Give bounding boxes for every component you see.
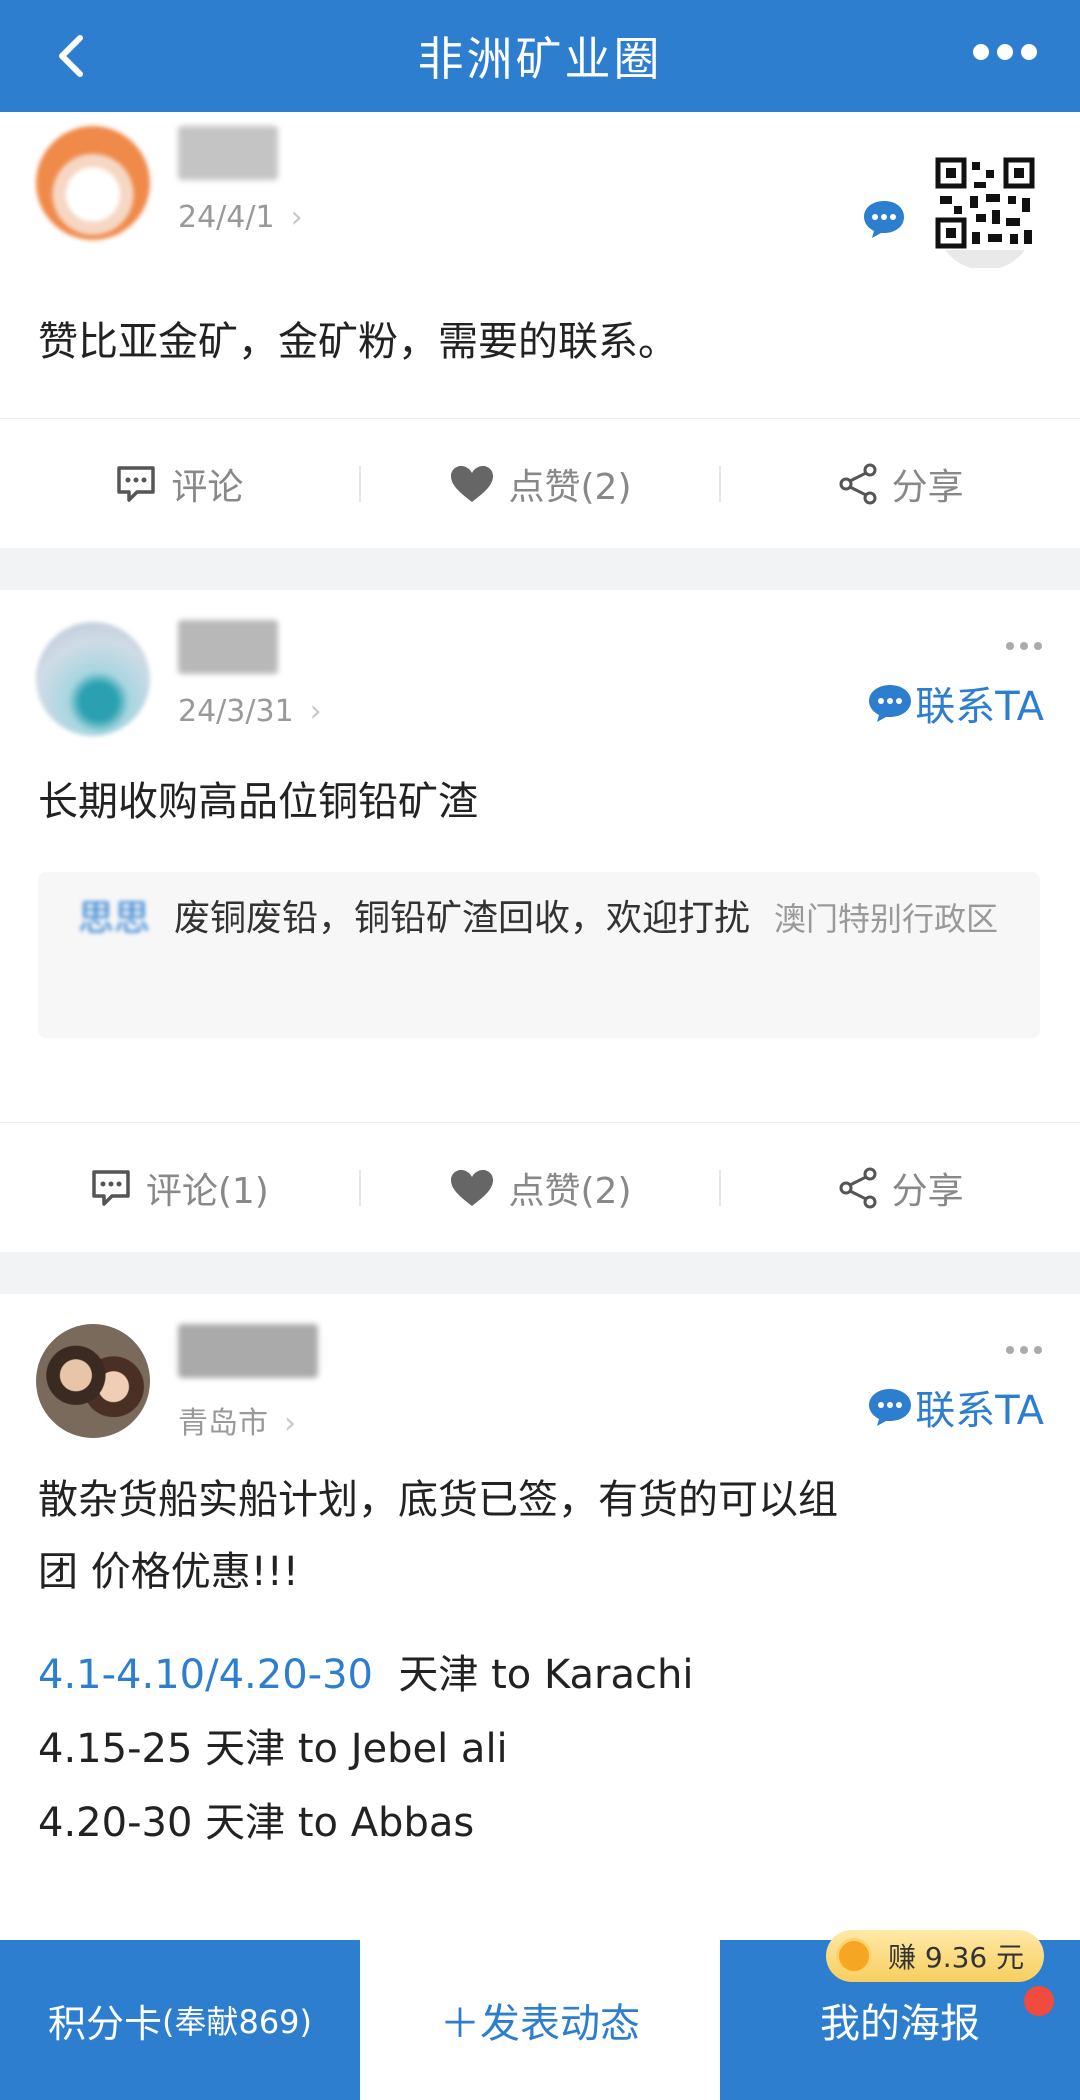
- post-actions: 评论 点赞(2) 分享: [0, 418, 1080, 548]
- coin-icon: [836, 1938, 872, 1974]
- comment-button[interactable]: 评论: [0, 458, 359, 510]
- route-line: 4.20-30 天津 to Abbas: [38, 1800, 475, 1846]
- chevron-right-icon: ›: [284, 1406, 296, 1441]
- chat-bubble-icon: [869, 1389, 912, 1426]
- points-card-label: 积分卡: [47, 2001, 162, 2046]
- points-card-button[interactable]: 积分卡 (奉献869): [0, 1940, 360, 2100]
- post-location: 青岛市: [178, 1406, 268, 1441]
- post-update-button[interactable]: ＋发表动态: [360, 1940, 720, 2100]
- contact-label: 联系TA: [915, 684, 1044, 730]
- contribution-count: (奉献869): [161, 2003, 313, 2041]
- share-button[interactable]: 分享: [721, 1162, 1080, 1214]
- share-icon: [839, 1167, 877, 1208]
- contact-label: 联系TA: [915, 1388, 1044, 1434]
- post-card: 24/3/31 › 联系TA 长期收购高品位铜铅矿渣 思思 废铜废铅，铜铅矿渣回收，…: [0, 590, 1080, 1252]
- notification-dot: [1024, 1986, 1054, 2016]
- post-meta: 青岛市 ›: [178, 1398, 296, 1442]
- share-label: 分享: [891, 1170, 964, 1212]
- qr-code-icon[interactable]: [930, 148, 1040, 268]
- username-redacted[interactable]: [178, 1324, 318, 1378]
- heart-icon: [450, 465, 493, 502]
- avatar[interactable]: [36, 1324, 150, 1438]
- like-label: 点赞(2): [508, 466, 632, 508]
- post-content[interactable]: 赞比亚金矿，金矿粉，需要的联系。: [38, 306, 1040, 378]
- avatar[interactable]: [36, 126, 150, 240]
- content-line: 团 价格优惠!!!: [38, 1549, 299, 1595]
- heart-icon: [450, 1169, 493, 1206]
- like-button[interactable]: 点赞(2): [361, 458, 720, 510]
- chat-bubble-icon[interactable]: [862, 198, 906, 240]
- post-content[interactable]: 散杂货船实船计划，底货已签，有货的可以组 团 价格优惠!!!: [38, 1464, 1040, 1608]
- page-title: 非洲矿业圈: [417, 32, 663, 86]
- comment-icon: [92, 1169, 130, 1206]
- route-line: 4.1-4.10/4.20-30 天津 to Karachi: [38, 1638, 1040, 1712]
- post-meta: 24/3/31 ›: [178, 694, 322, 729]
- like-button[interactable]: 点赞(2): [361, 1162, 720, 1214]
- share-icon: [839, 463, 877, 504]
- post-content[interactable]: 长期收购高品位铜铅矿渣: [38, 766, 1040, 838]
- comment-label: 评论: [171, 466, 244, 508]
- chat-bubble-icon: [869, 685, 912, 722]
- post-card: 青岛市 › 联系TA 散杂货船实船计划，底货已签，有货的可以组 团 价格优惠!!!…: [0, 1294, 1080, 1940]
- like-label: 点赞(2): [508, 1170, 632, 1212]
- quote-location: 澳门特别行政区: [774, 900, 999, 938]
- post-date: 24/4/1: [178, 200, 275, 235]
- back-arrow-icon[interactable]: [46, 28, 102, 84]
- route-text: 天津 to Karachi: [372, 1652, 694, 1698]
- content-line: 散杂货船实船计划，底货已签，有货的可以组: [38, 1477, 838, 1523]
- comment-button[interactable]: 评论(1): [0, 1162, 359, 1214]
- more-options-icon[interactable]: [1004, 1344, 1044, 1356]
- contact-button[interactable]: 联系TA: [867, 1378, 1044, 1436]
- username-redacted[interactable]: [178, 620, 278, 674]
- post-meta: 24/4/1 ›: [178, 200, 303, 235]
- comment-icon: [117, 465, 156, 502]
- earn-badge[interactable]: 赚 9.36 元: [826, 1930, 1044, 1982]
- avatar[interactable]: [36, 622, 150, 736]
- route-date-link[interactable]: 4.1-4.10/4.20-30: [38, 1652, 373, 1698]
- post-update-label: ＋发表动态: [440, 2001, 640, 2047]
- earn-amount: 赚 9.36 元: [888, 1941, 1025, 1974]
- feed[interactable]: 24/4/1 › 赞比亚金矿，金矿粉，需要的联系。 评论 点赞(2) 分享 24…: [0, 112, 1080, 1940]
- my-poster-label: 我的海报: [820, 2001, 980, 2047]
- quote-text: 废铜废铅，铜铅矿渣回收，欢迎打扰: [174, 898, 751, 939]
- contact-button[interactable]: 联系TA: [867, 674, 1044, 732]
- post-card: 24/4/1 › 赞比亚金矿，金矿粉，需要的联系。 评论 点赞(2) 分享: [0, 112, 1080, 548]
- chevron-right-icon: ›: [309, 694, 322, 729]
- more-options-icon[interactable]: [1004, 640, 1044, 652]
- post-actions: 评论(1) 点赞(2) 分享: [0, 1122, 1080, 1252]
- chevron-right-icon: ›: [290, 200, 303, 235]
- shipping-schedule: 4.1-4.10/4.20-30 天津 to Karachi 4.15-25 天…: [38, 1638, 1040, 1860]
- quoted-reply[interactable]: 思思 废铜废铅，铜铅矿渣回收，欢迎打扰 澳门特别行政区: [38, 872, 1040, 1038]
- username-redacted[interactable]: [178, 126, 278, 180]
- more-options-icon[interactable]: [970, 36, 1040, 68]
- post-date: 24/3/31: [178, 694, 294, 729]
- comment-label: 评论(1): [145, 1170, 269, 1212]
- top-bar: 非洲矿业圈: [0, 0, 1080, 112]
- quote-author: 思思: [78, 898, 151, 939]
- share-label: 分享: [891, 466, 964, 508]
- share-button[interactable]: 分享: [721, 458, 1080, 510]
- route-line: 4.15-25 天津 to Jebel ali: [38, 1726, 508, 1772]
